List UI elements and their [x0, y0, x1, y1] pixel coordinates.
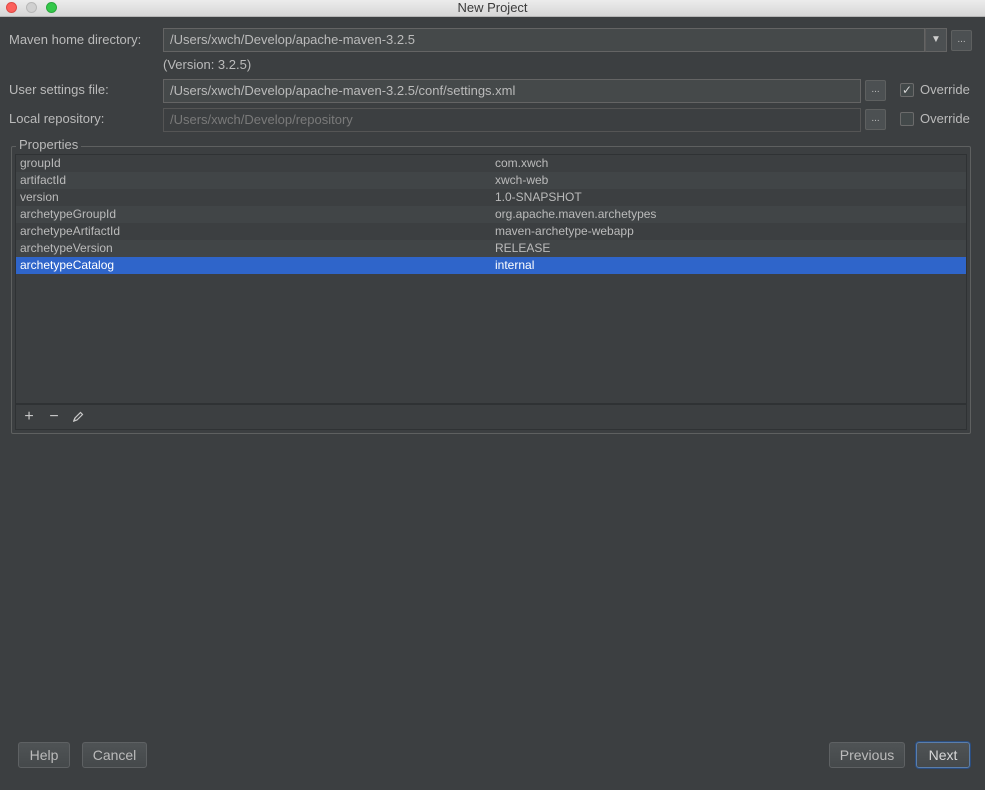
edit-icon[interactable]	[69, 408, 87, 426]
cancel-button[interactable]: Cancel	[82, 742, 147, 768]
property-key: archetypeCatalog	[20, 258, 115, 272]
user-settings-override-checkbox[interactable]: ✓	[900, 83, 914, 97]
local-repository-override-label: Override	[920, 111, 970, 126]
maven-home-field[interactable]: /Users/xwch/Develop/apache-maven-3.2.5	[163, 28, 925, 52]
property-value: com.xwch	[495, 156, 549, 170]
property-value: maven-archetype-webapp	[495, 224, 634, 238]
user-settings-field[interactable]: /Users/xwch/Develop/apache-maven-3.2.5/c…	[163, 79, 861, 103]
table-row[interactable]: artifactId xwch-web	[16, 172, 966, 189]
maven-home-label: Maven home directory:	[9, 32, 142, 47]
property-value: org.apache.maven.archetypes	[495, 207, 657, 221]
table-row[interactable]: archetypeArtifactId maven-archetype-weba…	[16, 223, 966, 240]
local-repository-field[interactable]: /Users/xwch/Develop/repository	[163, 108, 861, 132]
properties-title: Properties	[16, 137, 82, 153]
local-repository-override-checkbox[interactable]	[900, 112, 914, 126]
next-button[interactable]: Next	[916, 742, 970, 768]
properties-toolbar: + −	[15, 404, 967, 430]
local-repository-label: Local repository:	[9, 111, 105, 126]
table-row[interactable]: archetypeGroupId org.apache.maven.archet…	[16, 206, 966, 223]
previous-button[interactable]: Previous	[829, 742, 905, 768]
property-key: artifactId	[20, 173, 67, 187]
property-key: groupId	[20, 156, 61, 170]
property-key: archetypeVersion	[20, 241, 113, 255]
property-key: archetypeGroupId	[20, 207, 117, 221]
local-repository-browse-button[interactable]: ...	[865, 109, 886, 130]
table-row-selected[interactable]: archetypeCatalog internal	[16, 257, 966, 274]
table-row[interactable]: groupId com.xwch	[16, 155, 966, 172]
remove-icon[interactable]: −	[45, 408, 63, 426]
title-bar: New Project	[0, 0, 985, 17]
user-settings-label: User settings file:	[9, 82, 109, 97]
property-value: RELEASE	[495, 241, 551, 255]
window-title: New Project	[457, 0, 528, 15]
help-button[interactable]: Help	[18, 742, 70, 768]
maven-version-text: (Version: 3.2.5)	[163, 57, 252, 72]
property-key: version	[20, 190, 59, 204]
maven-home-browse-button[interactable]: ...	[951, 30, 972, 51]
properties-table: groupId com.xwch artifactId xwch-web ver…	[15, 154, 967, 404]
property-value: 1.0-SNAPSHOT	[495, 190, 582, 204]
maven-home-dropdown-button[interactable]: ▼	[925, 28, 947, 52]
table-row[interactable]: version 1.0-SNAPSHOT	[16, 189, 966, 206]
property-value: xwch-web	[495, 173, 549, 187]
user-settings-browse-button[interactable]: ...	[865, 80, 886, 101]
user-settings-override-label: Override	[920, 82, 970, 97]
table-row[interactable]: archetypeVersion RELEASE	[16, 240, 966, 257]
add-icon[interactable]: +	[20, 408, 38, 426]
property-key: archetypeArtifactId	[20, 224, 121, 238]
chevron-down-icon: ▼	[931, 34, 941, 45]
property-value: internal	[495, 258, 535, 272]
checkmark-icon: ✓	[901, 83, 913, 97]
